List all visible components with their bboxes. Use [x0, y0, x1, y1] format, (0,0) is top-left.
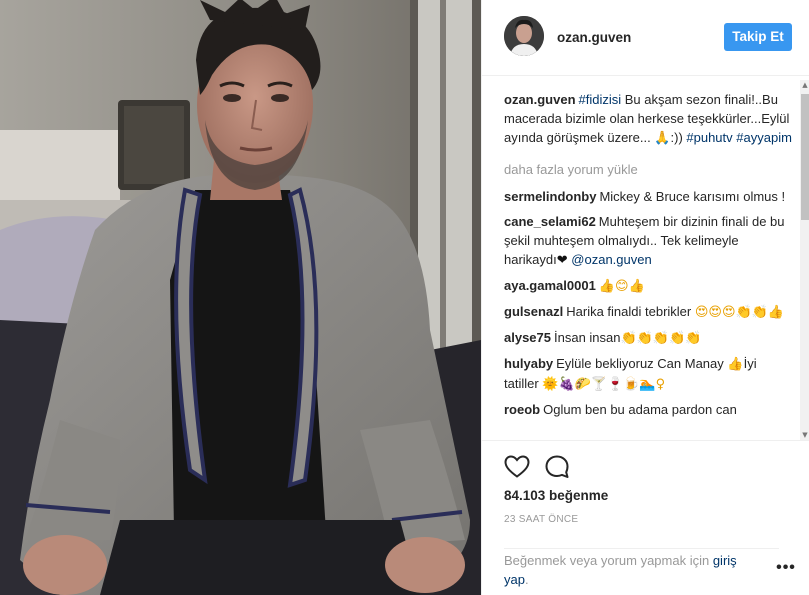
post-photo-image [0, 0, 481, 595]
caption-username[interactable]: ozan.guven [504, 92, 576, 107]
scroll-down-icon[interactable]: ▼ [800, 430, 809, 440]
likes-count[interactable]: 84.103 beğenme [504, 488, 608, 503]
follow-button[interactable]: Takip Et [724, 23, 792, 51]
post-header: ozan.guven Takip Et [482, 0, 809, 76]
more-options-button[interactable]: ••• [776, 560, 796, 577]
caption: ozan.guven #fidizisi Bu akşam sezon final… [504, 90, 794, 148]
thumbs-up-emoji: 👍😊👍 [598, 279, 645, 294]
avatar[interactable] [504, 16, 544, 56]
comment-button[interactable] [544, 454, 570, 480]
caption-text-2: :)) [670, 130, 687, 145]
comment-username[interactable]: sermelindonby [504, 189, 596, 204]
hashtag-fidizisi[interactable]: #fidizisi [579, 92, 622, 107]
comment-text: Mickey & Bruce karısımı olmus ! [599, 189, 786, 204]
comment-username[interactable]: alyse75 [504, 330, 551, 345]
post-timestamp[interactable]: 23 SAAT ÖNCE [504, 514, 578, 525]
scroll-thumb[interactable] [801, 94, 809, 220]
list-item: aya.gamal0001 👍😊👍 [504, 276, 794, 296]
scroll-up-icon[interactable]: ▲ [800, 80, 809, 90]
comment-username[interactable]: gulsenazl [504, 304, 563, 319]
list-item: cane_selami62 Muhteşem bir dizinin finali… [504, 212, 794, 270]
thumbs-up-emoji: 👍 [727, 357, 744, 372]
clap-emoji: 👏👏👏👏👏 [620, 331, 702, 346]
post-photo[interactable] [0, 0, 481, 595]
post-side-panel: ozan.guven Takip Et ozan.guven #fidizisi … [481, 0, 809, 595]
comment-username[interactable]: roeob [504, 402, 540, 417]
comment-text: Oglum ben bu adama pardon can [543, 402, 737, 417]
heart-emoji: ❤ [556, 253, 568, 268]
login-prompt-text: Beğenmek veya yorum yapmak için [504, 553, 710, 568]
comments-scrollbar[interactable]: ▲ ▼ [800, 80, 809, 440]
avatar-image [504, 16, 544, 56]
comments-list[interactable]: ozan.guven #fidizisi Bu akşam sezon final… [504, 90, 794, 440]
list-item: roeob Oglum ben bu adama pardon can [504, 400, 794, 419]
heart-icon [504, 455, 530, 478]
header-username[interactable]: ozan.guven [557, 30, 631, 45]
list-item: alyse75 İnsan insan👏👏👏👏👏 [504, 328, 794, 348]
list-item: sermelindonby Mickey & Bruce karısımı olm… [504, 187, 794, 206]
login-prompt: Beğenmek veya yorum yapmak için giriş ya… [504, 551, 764, 589]
summer-emoji: 🌞🍇🌮🍸🍷🍺🏊♀ [542, 377, 666, 392]
heart-eyes-emoji: 😍😍😍👏👏👍 [694, 305, 785, 320]
list-item: gulsenazl Harika finaldi tebrikler 😍😍😍👏👏👍 [504, 302, 794, 322]
comment-username[interactable]: cane_selami62 [504, 214, 596, 229]
load-more-comments[interactable]: daha fazla yorum yükle [504, 160, 794, 179]
like-button[interactable] [504, 454, 530, 480]
list-item: hulyaby Eylüle bekliyoruz Can Manay 👍İyi … [504, 354, 794, 394]
comment-text: İnsan insan [554, 330, 621, 345]
post-actions: 84.103 beğenme 23 SAAT ÖNCE Beğenmek vey… [482, 440, 809, 595]
hashtag-puhutv[interactable]: #puhutv [686, 130, 732, 145]
divider [504, 548, 779, 549]
hashtag-ayyapim[interactable]: #ayyapim [736, 130, 792, 145]
comment-username[interactable]: hulyaby [504, 356, 553, 371]
comment-icon [545, 455, 569, 478]
comment-text: Harika finaldi tebrikler [566, 304, 692, 319]
comment-text: Eylüle bekliyoruz Can Manay [556, 356, 724, 371]
login-prompt-end: . [524, 572, 529, 587]
pray-emoji: 🙏 [654, 131, 671, 146]
mention-link[interactable]: @ozan.guven [571, 252, 651, 267]
comment-username[interactable]: aya.gamal0001 [504, 278, 596, 293]
